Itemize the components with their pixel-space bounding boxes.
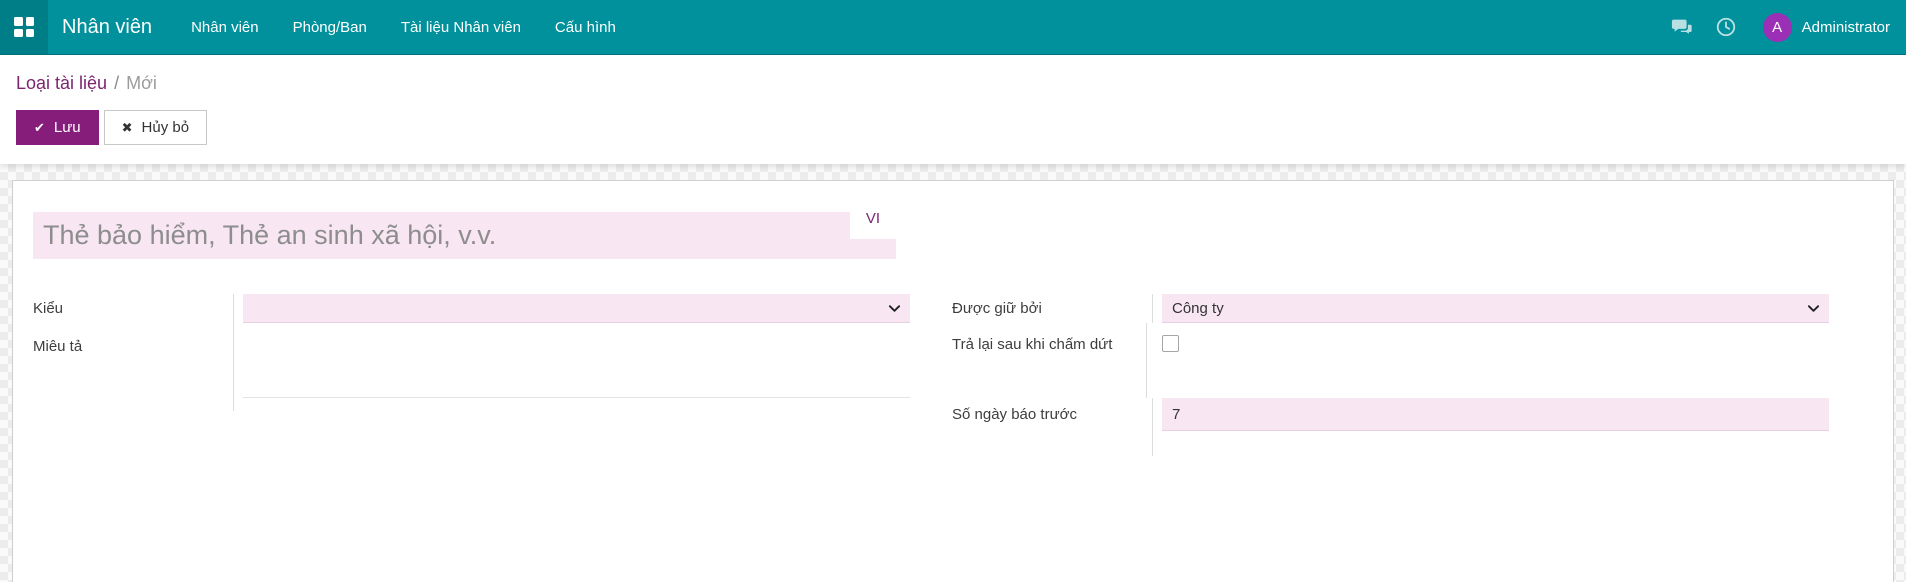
field-groups: Kiểu Miêu tả Được giữ bởi Công ty Trả lạ…: [33, 294, 1873, 456]
notice-days-label: Số ngày báo trước: [952, 398, 1153, 431]
discard-button-label: Hủy bỏ: [141, 119, 190, 136]
menu-item-configuration[interactable]: Cấu hình: [538, 0, 633, 54]
save-button-label: Lưu: [53, 119, 81, 136]
menu-item-departments[interactable]: Phòng/Ban: [276, 0, 384, 54]
avatar: A: [1762, 12, 1792, 42]
breadcrumb-separator: /: [114, 73, 120, 93]
type-select[interactable]: [243, 294, 910, 323]
menu-item-employees[interactable]: Nhân viên: [174, 0, 276, 54]
description-label: Miêu tả: [33, 323, 234, 398]
held-by-label: Được giữ bởi: [952, 294, 1153, 323]
user-name: Administrator: [1801, 18, 1890, 36]
held-by-select[interactable]: Công ty: [1162, 294, 1829, 323]
menu-item-employee-documents[interactable]: Tài liệu Nhân viên: [384, 0, 538, 54]
control-panel: Loại tài liệu / Mới ✔ Lưu ✖ Hủy bỏ: [0, 55, 1906, 164]
check-icon: ✔: [34, 119, 45, 135]
close-icon: ✖: [121, 119, 133, 135]
breadcrumb: Loại tài liệu / Mới: [16, 71, 1890, 95]
label-column-spacer: [952, 431, 1153, 456]
left-field-group: Kiểu Miêu tả: [33, 294, 910, 456]
save-button[interactable]: ✔ Lưu: [16, 110, 99, 145]
name-input[interactable]: Thẻ bảo hiểm, Thẻ an sinh xã hội, v.v.: [33, 212, 896, 259]
label-column-spacer: [33, 398, 234, 411]
held-by-select-value: Công ty: [1172, 299, 1224, 317]
apps-grid-icon: [14, 17, 34, 37]
breadcrumb-parent-link[interactable]: Loại tài liệu: [16, 73, 107, 93]
chevron-down-icon: [1807, 305, 1820, 312]
notice-days-input[interactable]: 7: [1162, 398, 1829, 431]
form-sheet: Thẻ bảo hiểm, Thẻ an sinh xã hội, v.v. V…: [12, 180, 1894, 582]
chat-bubbles-icon[interactable]: [1671, 16, 1693, 38]
description-textarea[interactable]: [243, 323, 910, 398]
user-menu[interactable]: A Administrator: [1762, 12, 1890, 42]
return-on-termination-label: Trả lại sau khi chấm dứt: [952, 323, 1147, 398]
clock-icon[interactable]: [1715, 16, 1737, 38]
type-label: Kiểu: [33, 294, 234, 323]
main-menu: Nhân viên Phòng/Ban Tài liệu Nhân viên C…: [174, 0, 633, 54]
document-type-name-field: Thẻ bảo hiểm, Thẻ an sinh xã hội, v.v. V…: [33, 198, 896, 259]
discard-button[interactable]: ✖ Hủy bỏ: [103, 110, 208, 145]
translation-badge[interactable]: VI: [850, 198, 896, 239]
chevron-down-icon: [888, 305, 901, 312]
return-on-termination-checkbox[interactable]: [1162, 335, 1179, 352]
button-row: ✔ Lưu ✖ Hủy bỏ: [16, 110, 1890, 145]
apps-menu-button[interactable]: [0, 0, 48, 54]
app-title[interactable]: Nhân viên: [62, 16, 152, 39]
top-navbar: Nhân viên Nhân viên Phòng/Ban Tài liệu N…: [0, 0, 1906, 55]
breadcrumb-current: Mới: [126, 73, 157, 93]
navbar-right: A Administrator: [1649, 12, 1906, 42]
content-area: Thẻ bảo hiểm, Thẻ an sinh xã hội, v.v. V…: [0, 164, 1906, 582]
right-field-group: Được giữ bởi Công ty Trả lại sau khi chấ…: [952, 294, 1829, 456]
